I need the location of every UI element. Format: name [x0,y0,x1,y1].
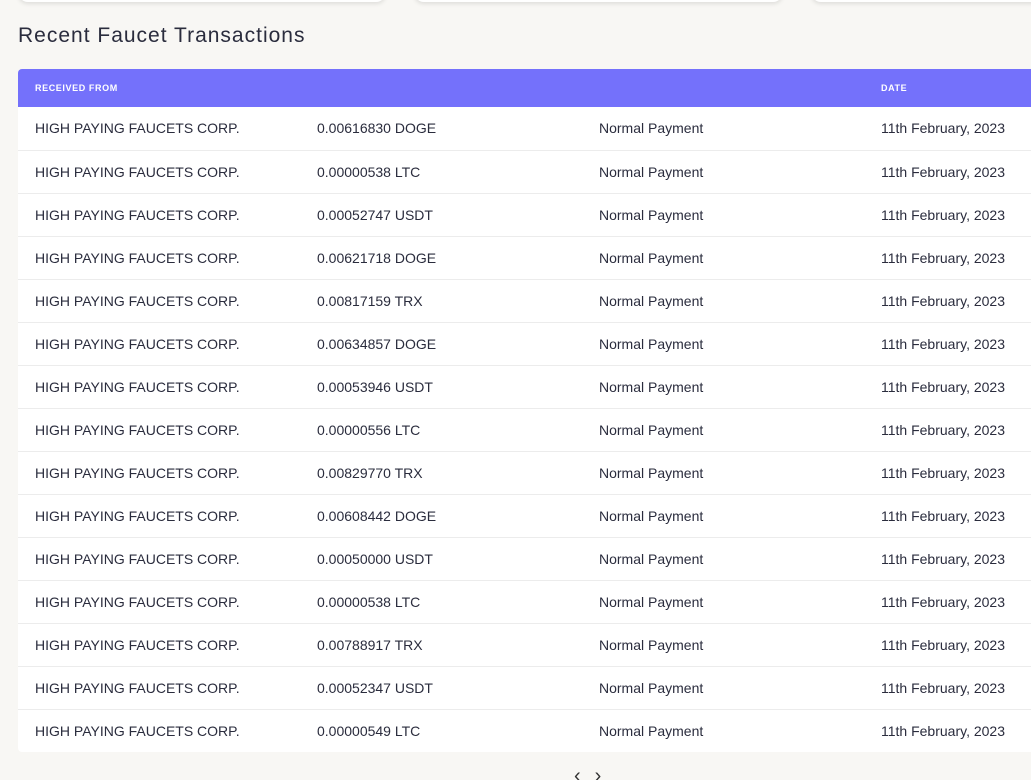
previous-page-icon[interactable]: ‹ [574,766,581,780]
cell-received-from: HIGH PAYING FAUCETS CORP. [35,163,240,180]
cell-amount: 0.00000538 LTC [317,593,421,610]
cell-amount: 0.00616830 DOGE [317,120,437,137]
cell-amount: 0.00052347 USDT [317,679,433,696]
cell-amount: 0.00817159 TRX [317,292,423,309]
cell-payment-type: Normal Payment [599,120,704,137]
cell-date: 11th February, 2023 [881,335,1006,352]
page: Recent Faucet Transactions RECEIVED FROM… [0,0,1031,780]
cell-payment-type: Normal Payment [599,378,704,395]
table-row: HIGH PAYING FAUCETS CORP. 0.00621718 DOGE… [18,236,1031,279]
cell-date: 11th February, 2023 [881,679,1006,696]
cell-amount: 0.00608442 DOGE [317,507,437,524]
table-row: HIGH PAYING FAUCETS CORP. 0.00000538 LTC N… [18,580,1031,623]
table-row: HIGH PAYING FAUCETS CORP. 0.00052347 USDT… [18,666,1031,709]
cell-date: 11th February, 2023 [881,722,1006,739]
cell-date: 11th February, 2023 [881,507,1006,524]
summary-card [414,0,783,2]
cell-amount: 0.00788917 TRX [317,636,423,653]
cell-amount: 0.00000538 LTC [317,163,421,180]
cell-payment-type: Normal Payment [599,464,704,481]
pagination: ‹ › [574,766,601,780]
table-row: HIGH PAYING FAUCETS CORP. 0.00829770 TRX N… [18,451,1031,494]
cell-payment-type: Normal Payment [599,206,704,223]
cell-payment-type: Normal Payment [599,249,704,266]
cell-date: 11th February, 2023 [881,292,1006,309]
section-title: Recent Faucet Transactions [18,24,306,47]
table-row: HIGH PAYING FAUCETS CORP. 0.00000538 LTC N… [18,150,1031,193]
cell-amount: 0.00000556 LTC [317,421,421,438]
cell-amount: 0.00050000 USDT [317,550,433,567]
cell-received-from: HIGH PAYING FAUCETS CORP. [35,550,240,567]
cell-date: 11th February, 2023 [881,421,1006,438]
cell-payment-type: Normal Payment [599,163,704,180]
cell-received-from: HIGH PAYING FAUCETS CORP. [35,378,240,395]
cell-payment-type: Normal Payment [599,335,704,352]
table-row: HIGH PAYING FAUCETS CORP. 0.00788917 TRX N… [18,623,1031,666]
summary-card [811,0,1031,2]
cell-received-from: HIGH PAYING FAUCETS CORP. [35,421,240,438]
table-row: HIGH PAYING FAUCETS CORP. 0.00608442 DOGE… [18,494,1031,537]
cell-date: 11th February, 2023 [881,120,1006,137]
cell-amount: 0.00621718 DOGE [317,249,437,266]
column-header-received-from: RECEIVED FROM [35,83,118,93]
cell-payment-type: Normal Payment [599,722,704,739]
cell-received-from: HIGH PAYING FAUCETS CORP. [35,335,240,352]
summary-card [18,0,386,2]
cell-amount: 0.00634857 DOGE [317,335,437,352]
cell-payment-type: Normal Payment [599,550,704,567]
table-row: HIGH PAYING FAUCETS CORP. 0.00050000 USDT… [18,537,1031,580]
cell-amount: 0.00000549 LTC [317,722,421,739]
cell-received-from: HIGH PAYING FAUCETS CORP. [35,507,240,524]
table-row: HIGH PAYING FAUCETS CORP. 0.00000549 LTC N… [18,709,1031,752]
cell-payment-type: Normal Payment [599,421,704,438]
table-header-row: RECEIVED FROM DATE [18,69,1031,107]
cell-received-from: HIGH PAYING FAUCETS CORP. [35,249,240,266]
cell-payment-type: Normal Payment [599,593,704,610]
cell-payment-type: Normal Payment [599,679,704,696]
cell-amount: 0.00829770 TRX [317,464,423,481]
table-row: HIGH PAYING FAUCETS CORP. 0.00053946 USDT… [18,365,1031,408]
cell-received-from: HIGH PAYING FAUCETS CORP. [35,593,240,610]
cell-date: 11th February, 2023 [881,378,1006,395]
cell-received-from: HIGH PAYING FAUCETS CORP. [35,206,240,223]
table-row: HIGH PAYING FAUCETS CORP. 0.00000556 LTC N… [18,408,1031,451]
table-row: HIGH PAYING FAUCETS CORP. 0.00616830 DOGE… [18,107,1031,150]
cell-date: 11th February, 2023 [881,249,1006,266]
table-body: HIGH PAYING FAUCETS CORP. 0.00616830 DOGE… [18,107,1031,752]
next-page-icon[interactable]: › [595,766,602,780]
cell-date: 11th February, 2023 [881,636,1006,653]
transactions-table: RECEIVED FROM DATE HIGH PAYING FAUCETS C… [18,69,1031,752]
cell-date: 11th February, 2023 [881,163,1006,180]
cell-received-from: HIGH PAYING FAUCETS CORP. [35,292,240,309]
cell-date: 11th February, 2023 [881,550,1006,567]
column-header-type [582,69,864,107]
cell-date: 11th February, 2023 [881,206,1006,223]
cell-amount: 0.00052747 USDT [317,206,433,223]
column-header-amount [300,69,582,107]
cell-received-from: HIGH PAYING FAUCETS CORP. [35,464,240,481]
cell-received-from: HIGH PAYING FAUCETS CORP. [35,679,240,696]
cell-payment-type: Normal Payment [599,507,704,524]
cell-received-from: HIGH PAYING FAUCETS CORP. [35,636,240,653]
cell-amount: 0.00053946 USDT [317,378,433,395]
transactions-table-container: RECEIVED FROM DATE HIGH PAYING FAUCETS C… [18,69,1031,752]
table-row: HIGH PAYING FAUCETS CORP. 0.00634857 DOGE… [18,322,1031,365]
table-row: HIGH PAYING FAUCETS CORP. 0.00052747 USDT… [18,193,1031,236]
cell-received-from: HIGH PAYING FAUCETS CORP. [35,120,240,137]
table-header: RECEIVED FROM DATE [18,69,1031,107]
cell-date: 11th February, 2023 [881,464,1006,481]
cell-date: 11th February, 2023 [881,593,1006,610]
table-row: HIGH PAYING FAUCETS CORP. 0.00817159 TRX N… [18,279,1031,322]
cell-payment-type: Normal Payment [599,636,704,653]
column-header-date: DATE [881,83,908,93]
cell-received-from: HIGH PAYING FAUCETS CORP. [35,722,240,739]
cell-payment-type: Normal Payment [599,292,704,309]
